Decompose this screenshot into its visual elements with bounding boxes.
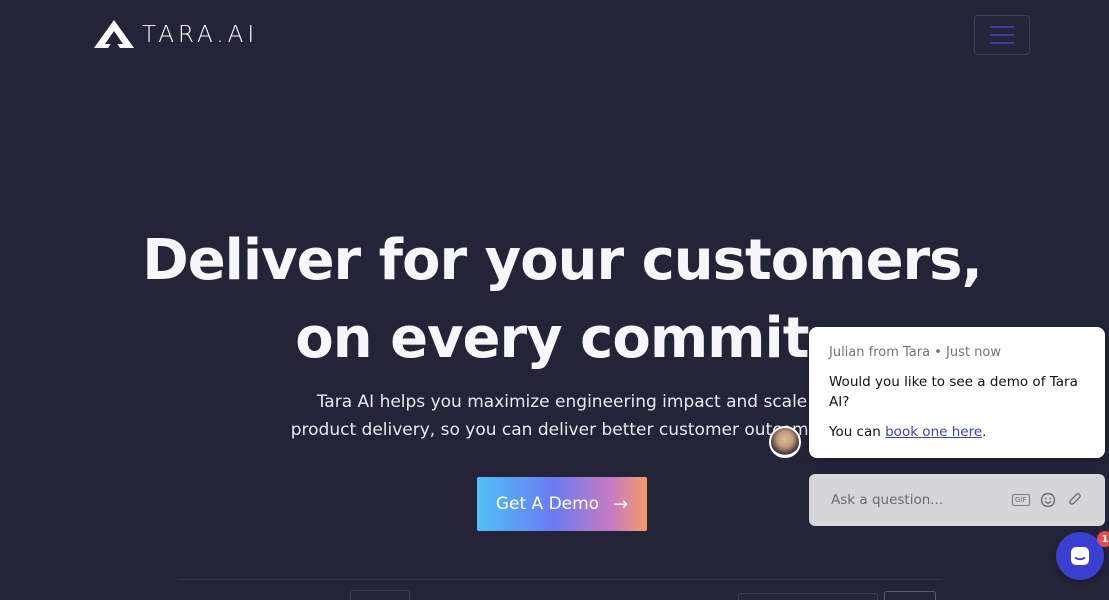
hero-subtitle-line2: product delivery, so you can deliver bet…: [290, 420, 834, 440]
hamburger-icon-bar: [990, 26, 1014, 28]
product-preview-edge: [178, 579, 942, 580]
attachment-icon[interactable]: [1066, 491, 1083, 509]
get-demo-label: Get A Demo: [495, 494, 600, 514]
gif-label: GIF: [1012, 494, 1030, 506]
product-preview-element: [738, 593, 878, 600]
logo[interactable]: TARA.AI: [94, 20, 258, 49]
avatar: [769, 426, 801, 458]
chat-timestamp: Just now: [946, 345, 1001, 360]
hero-title-line1: Deliver for your customers,: [142, 228, 983, 293]
emoji-icon-svg: [1040, 492, 1056, 508]
navbar: TARA.AI: [0, 0, 1109, 70]
attachment-icon-svg: [1068, 493, 1081, 505]
chat-separator: •: [934, 345, 942, 360]
get-demo-button[interactable]: Get A Demo →: [477, 477, 647, 531]
book-demo-link[interactable]: book one here: [885, 424, 982, 440]
chat-message-card[interactable]: Julian from Tara • Just now Would you li…: [809, 327, 1105, 458]
gif-icon[interactable]: GIF: [1012, 491, 1030, 509]
emoji-icon[interactable]: [1040, 491, 1057, 509]
product-preview-element: [884, 591, 936, 600]
hero-title-line2: on every commit.: [295, 306, 830, 371]
notification-badge: 1: [1097, 531, 1109, 547]
chat-question-input[interactable]: [831, 492, 1002, 508]
hamburger-icon-bar: [990, 34, 1014, 36]
arrow-right-icon: →: [613, 493, 629, 515]
tara-logo-icon: [94, 20, 134, 48]
chat-icon: [1071, 547, 1089, 565]
product-preview-element: [350, 590, 410, 600]
menu-toggle-button[interactable]: [974, 15, 1030, 55]
chat-composer: GIF: [809, 474, 1105, 526]
hamburger-icon-bar: [990, 42, 1014, 44]
brand-name: TARA.AI: [142, 21, 259, 48]
chat-sender: Julian from Tara: [829, 345, 931, 360]
chat-message-text: Would you like to see a demo of Tara AI?: [829, 374, 1078, 410]
chat-message-suffix: .: [982, 424, 987, 440]
chat-meta: Julian from Tara • Just now: [829, 345, 1085, 360]
hero-subtitle-line1: Tara AI helps you maximize engineering i…: [316, 392, 808, 412]
chat-message-prefix: You can: [829, 424, 886, 440]
chat-message-text-2: You can book one here.: [829, 422, 1085, 442]
